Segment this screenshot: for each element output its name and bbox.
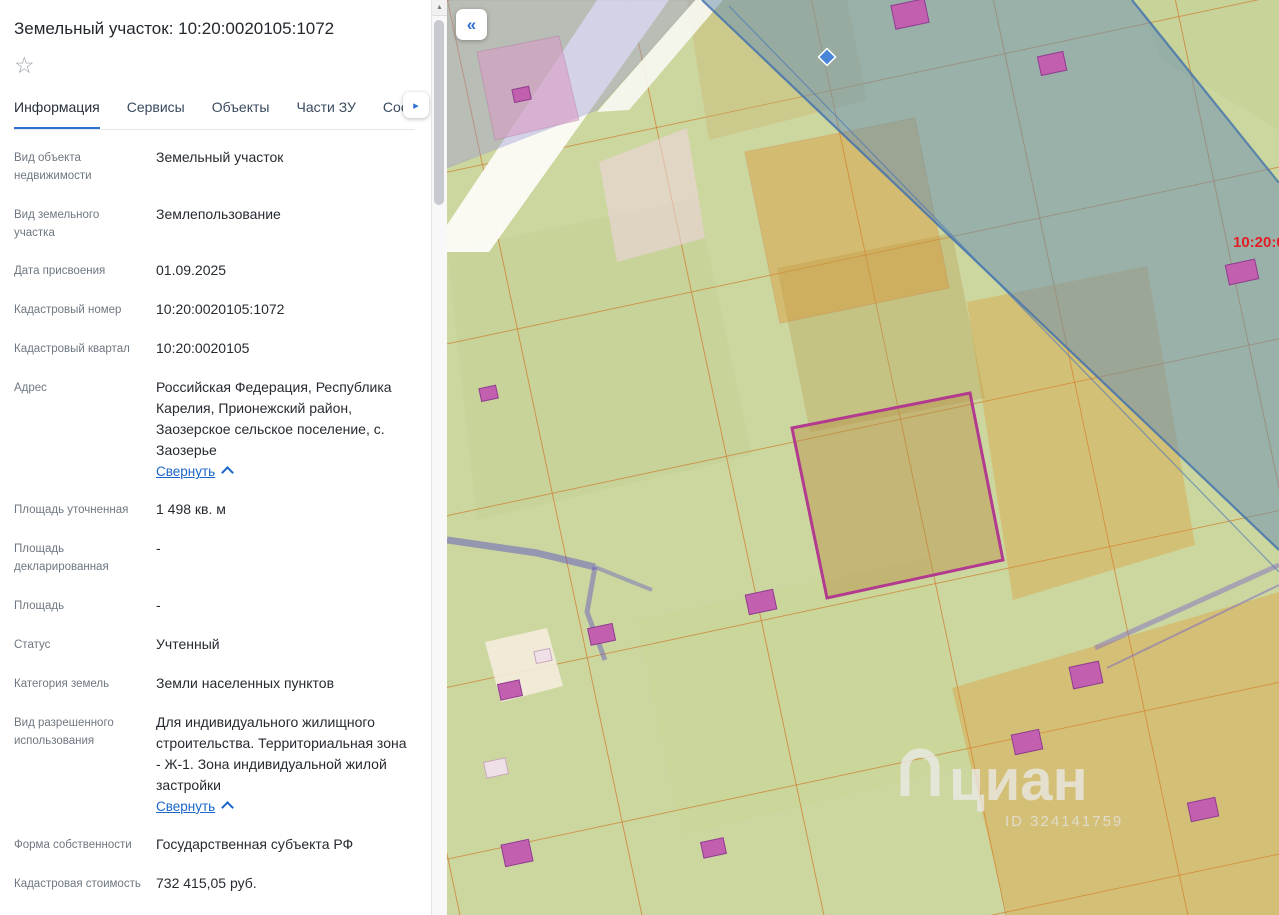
info-row: Площадь - [14,586,415,625]
tab-2[interactable]: Объекты [212,89,270,129]
row-value-wrap: 10:20:0020105:1072 [156,299,415,320]
row-value: Российская Федерация, Республика Карелия… [156,379,392,459]
tab-3[interactable]: Части ЗУ [296,89,355,129]
row-label: Площадь декларированная [14,543,109,574]
tab-bar: ИнформацияСервисыОбъектыЧасти ЗУСостав ▸ [14,89,429,131]
tab-next-button[interactable]: ▸ [403,92,429,119]
info-row: Форма собственности Государственная субъ… [14,825,415,864]
info-row: Площадь декларированная - [14,529,415,586]
row-value: Земли населенных пунктов [156,674,335,691]
row-label: Дата присвоения [14,265,106,278]
page-title: Земельный участок: 10:20:0020105:1072 [14,19,335,38]
row-label: Вид земельного участка [14,208,100,239]
collapse-link-label: Свернуть [156,464,216,480]
row-value-wrap: 732 415,05 руб. [156,873,415,894]
row-value: Учтенный [156,635,220,652]
chevron-right-icon: ▸ [413,99,419,112]
tab-label: Объекты [211,99,270,116]
tab-1[interactable]: Сервисы [127,89,185,129]
selected-parcel[interactable] [790,391,1005,600]
row-label: Площадь [14,599,65,612]
row-value-wrap: Государственная субъекта РФ [156,834,415,855]
panel-scrollbar[interactable]: ▲ [431,0,447,915]
row-value-wrap: Землепользование [156,204,415,225]
watermark-text: циан [949,748,1088,813]
row-label: Вид объекта недвижимости [14,152,92,182]
info-row: Статус Учтенный [14,625,415,664]
row-label: Статус [14,638,51,651]
scroll-up-icon[interactable]: ▲ [432,0,447,16]
row-label: Вид разрешенного использования [14,716,114,747]
row-label: Категория земель [14,677,110,690]
row-value-wrap: Для индивидуального жилищного строительс… [156,712,415,816]
row-value-wrap: 10:20:0020105 [156,338,415,359]
row-value: 732 415,05 руб. [156,874,257,891]
collapse-link[interactable]: Свернуть [156,464,235,480]
info-row: Дата присвоения 01.09.2025 [14,251,415,290]
scrollbar-thumb[interactable] [434,20,444,205]
row-value: - [156,596,161,613]
info-row: Кадастровая стоимость 732 415,05 руб. [14,864,415,903]
tab-0[interactable]: Информация [14,89,100,130]
row-label: Кадастровый номер [14,304,122,317]
watermark-id: ID 324141759 [1005,813,1123,830]
tab-label: Информация [14,99,100,116]
row-value: Землепользование [156,205,281,222]
object-info-panel: Земельный участок: 10:20:0020105:1072 ☆ … [0,0,447,915]
chevron-up-icon [221,801,235,814]
collapse-panel-button[interactable]: « [456,9,487,40]
row-label: Адрес [14,382,47,395]
row-value-wrap: Земельный участок [156,147,415,168]
row-value: 01.09.2025 [156,262,227,279]
row-value-wrap: 1 498 кв. м [156,499,415,520]
cadastral-number-label: 10:20:0 [1233,234,1279,251]
row-value: 10:20:0020105 [156,340,250,357]
row-value: 1 498 кв. м [156,501,226,518]
row-value: Для индивидуального жилищного строительс… [156,713,407,793]
cadastral-map[interactable]: « 10:20: циан ID 324141759 [447,0,1279,915]
row-label: Площадь уточненная [14,504,129,517]
row-value: - [156,540,161,557]
info-row: Категория земель Земли населенных пункто… [14,664,415,703]
tab-label: Части ЗУ [296,99,356,116]
info-row: Кадастровый квартал 10:20:0020105 [14,329,415,368]
chevron-up-icon [221,466,235,480]
info-row: Вид объекта недвижимости Земельный участ… [14,138,415,195]
favorite-star-icon[interactable]: ☆ [14,54,42,77]
info-rows: Вид объекта недвижимости Земельный участ… [14,138,415,903]
info-row: Вид земельного участка Землепользование [14,195,415,252]
row-label: Кадастровый квартал [14,343,130,356]
row-value: Земельный участок [156,149,284,166]
panel-content: Земельный участок: 10:20:0020105:1072 ☆ … [0,0,447,903]
info-row: Кадастровый номер 10:20:0020105:1072 [14,290,415,329]
collapse-link[interactable]: Свернуть [156,798,235,814]
row-label: Форма собственности [14,838,132,851]
info-row: Площадь уточненная 1 498 кв. м [14,490,415,529]
row-value: Государственная субъекта РФ [156,835,354,852]
row-value-wrap: Земли населенных пунктов [156,673,415,694]
row-value-wrap: - [156,595,415,616]
row-value-wrap: Российская Федерация, Республика Карелия… [156,377,415,481]
map-canvas[interactable]: 10:20:0 циан ID 324141759 [447,0,1279,915]
row-value-wrap: - [156,538,415,559]
tab-list: ИнформацияСервисыОбъектыЧасти ЗУСостав [14,89,414,130]
info-row: Вид разрешенного использования Для индив… [14,703,415,825]
tab-label: Сервисы [126,99,185,116]
row-value: 10:20:0020105:1072 [156,301,285,318]
row-label: Кадастровая стоимость [14,877,141,890]
info-row: Адрес Российская Федерация, Республика К… [14,368,415,490]
collapse-link-label: Свернуть [156,798,216,814]
row-value-wrap: Учтенный [156,634,415,655]
row-value-wrap: 01.09.2025 [156,260,415,281]
